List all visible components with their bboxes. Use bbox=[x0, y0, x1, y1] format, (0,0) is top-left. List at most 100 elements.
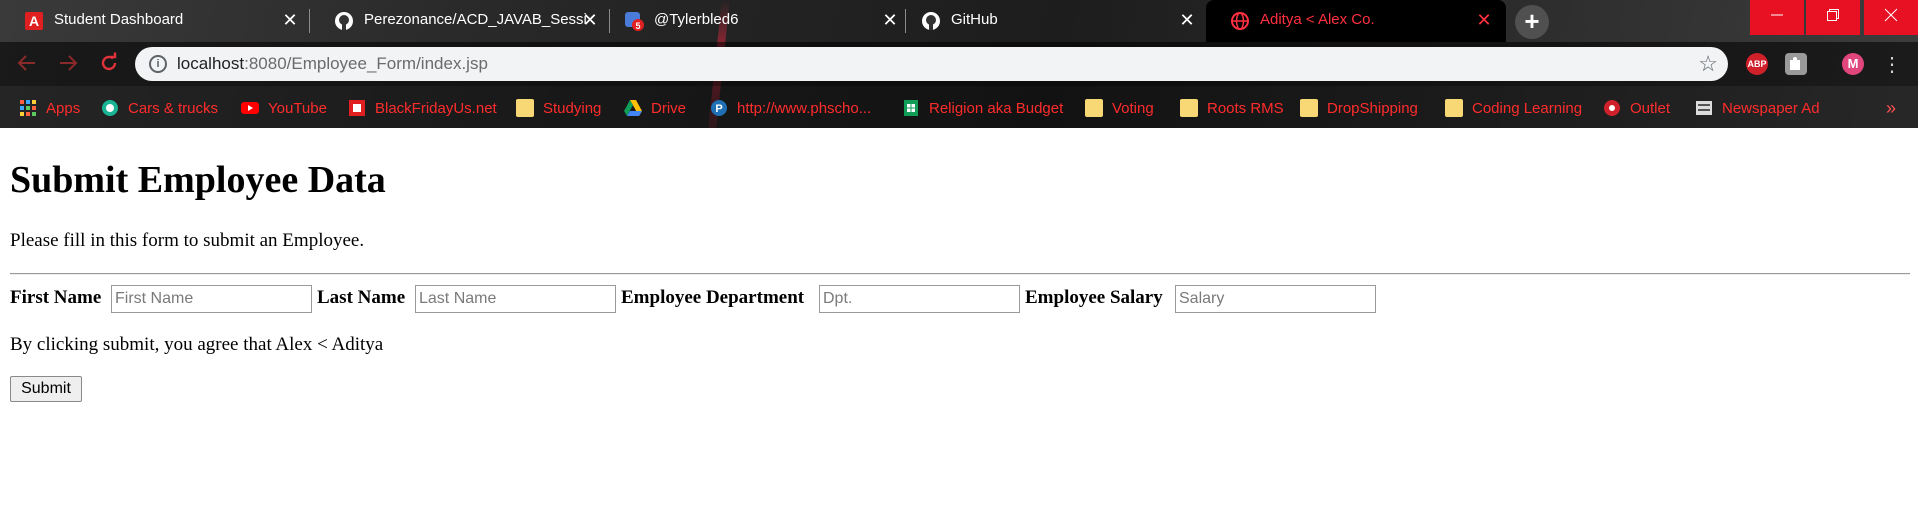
intro-text: Please fill in this form to submit an Em… bbox=[10, 230, 365, 251]
url-path: :8080/Employee_Form/index.jsp bbox=[244, 54, 488, 73]
bookmark-phscho[interactable]: Phttp://www.phscho... bbox=[710, 98, 871, 118]
agreement-text: By clicking submit, you agree that Alex … bbox=[10, 334, 384, 355]
folder-icon bbox=[1300, 99, 1318, 117]
bookmark-blackfriday[interactable]: BlackFridayUs.net bbox=[348, 98, 497, 118]
svg-text:P: P bbox=[715, 103, 722, 115]
bookmark-outlet[interactable]: Outlet bbox=[1603, 98, 1670, 118]
bookmark-coding-learning[interactable]: Coding Learning bbox=[1445, 98, 1582, 118]
restore-button[interactable] bbox=[1806, 0, 1860, 35]
adobe-a-icon: A bbox=[24, 11, 44, 31]
drive-icon bbox=[624, 99, 642, 117]
folder-icon bbox=[1445, 99, 1463, 117]
bookmark-roots-rms[interactable]: Roots RMS bbox=[1180, 98, 1284, 118]
notification-badge-icon: 5 bbox=[624, 11, 644, 31]
tab-title: @Tylerbled6 bbox=[654, 11, 739, 28]
tab-title: Perezonance/ACD_JAVAB_Session bbox=[364, 11, 586, 28]
forward-button[interactable] bbox=[55, 52, 81, 78]
svg-text:A: A bbox=[29, 13, 39, 29]
bookmarks-overflow-button[interactable]: » bbox=[1886, 98, 1896, 118]
page-title: Submit Employee Data bbox=[10, 159, 386, 201]
bookmark-label: Studying bbox=[543, 99, 602, 117]
bookmark-label: Cars & trucks bbox=[128, 99, 219, 117]
address-bar[interactable]: i localhost:8080/Employee_Form/index.jsp… bbox=[135, 47, 1728, 81]
tab-close-icon[interactable]: ✕ bbox=[1177, 10, 1197, 30]
first-name-label: First Name bbox=[10, 287, 102, 308]
bookmark-label: Voting bbox=[1112, 99, 1154, 117]
site-icon bbox=[1603, 99, 1621, 117]
submit-button[interactable]: Submit bbox=[10, 376, 82, 402]
bookmark-star-icon[interactable]: ☆ bbox=[1698, 51, 1718, 77]
tab-tylerbled6[interactable]: 5 @Tylerbled6 ✕ bbox=[600, 0, 905, 42]
globe-icon bbox=[1230, 11, 1250, 31]
tab-github[interactable]: GitHub ✕ bbox=[897, 0, 1202, 42]
github-icon bbox=[334, 11, 354, 31]
salary-label: Employee Salary bbox=[1025, 287, 1163, 308]
department-input[interactable] bbox=[819, 285, 1020, 313]
forward-arrow-icon bbox=[60, 55, 78, 71]
bookmark-youtube[interactable]: YouTube bbox=[241, 98, 327, 118]
bookmark-label: Roots RMS bbox=[1207, 99, 1284, 117]
bookmark-studying[interactable]: Studying bbox=[516, 98, 601, 118]
tab-student-dashboard[interactable]: A Student Dashboard ✕ bbox=[0, 0, 310, 42]
bookmark-dropshipping[interactable]: DropShipping bbox=[1300, 98, 1418, 118]
svg-text:5: 5 bbox=[635, 21, 640, 31]
url-text: localhost:8080/Employee_Form/index.jsp bbox=[177, 54, 488, 74]
bookmark-label: Drive bbox=[651, 99, 687, 117]
menu-kebab-icon[interactable]: ⋮ bbox=[1879, 52, 1905, 78]
folder-icon bbox=[516, 99, 534, 117]
first-name-input[interactable] bbox=[111, 285, 312, 313]
tab-close-icon[interactable]: ✕ bbox=[280, 10, 300, 30]
site-info-icon[interactable]: i bbox=[149, 55, 167, 73]
extension-icon[interactable] bbox=[1785, 53, 1807, 75]
bookmark-label: http://www.phscho... bbox=[737, 99, 872, 117]
tab-perezonance[interactable]: Perezonance/ACD_JAVAB_Session ✕ bbox=[310, 0, 610, 42]
youtube-icon bbox=[241, 99, 259, 117]
bookmark-label: Outlet bbox=[1630, 99, 1671, 117]
bookmark-voting[interactable]: Voting bbox=[1085, 98, 1154, 118]
last-name-label: Last Name bbox=[317, 287, 406, 308]
bookmark-label: Newspaper Ad bbox=[1722, 99, 1820, 117]
bookmark-apps[interactable]: Apps bbox=[19, 98, 80, 118]
salary-input[interactable] bbox=[1175, 285, 1376, 313]
last-name-input[interactable] bbox=[415, 285, 616, 313]
close-window-button[interactable] bbox=[1864, 0, 1918, 35]
folder-icon bbox=[1180, 99, 1198, 117]
bookmark-label: BlackFridayUs.net bbox=[375, 99, 497, 117]
back-arrow-icon bbox=[17, 55, 35, 71]
tab-title: Student Dashboard bbox=[54, 11, 184, 28]
minimize-icon bbox=[1771, 14, 1783, 16]
back-button[interactable] bbox=[14, 52, 40, 78]
adblock-plus-icon[interactable]: ABP bbox=[1746, 53, 1768, 75]
tab-strip: A Student Dashboard ✕ Perezonance/ACD_JA… bbox=[0, 0, 1918, 42]
reload-button[interactable] bbox=[96, 52, 122, 78]
close-icon bbox=[1884, 8, 1898, 22]
bookmark-label: Coding Learning bbox=[1472, 99, 1583, 117]
department-label: Employee Department bbox=[621, 287, 805, 308]
page-content: Submit Employee Data Please fill in this… bbox=[0, 128, 1918, 505]
minimize-button[interactable] bbox=[1750, 0, 1804, 35]
bookmark-label: YouTube bbox=[268, 99, 327, 117]
site-icon bbox=[348, 99, 366, 117]
bookmark-cars-trucks[interactable]: Cars & trucks bbox=[101, 98, 218, 118]
horizontal-rule bbox=[10, 273, 1910, 275]
tab-title: Aditya < Alex Co. bbox=[1260, 11, 1375, 28]
reload-icon bbox=[101, 52, 117, 71]
tab-close-icon[interactable]: ✕ bbox=[1474, 10, 1494, 30]
toolbar: i localhost:8080/Employee_Form/index.jsp… bbox=[0, 42, 1918, 86]
browser-chrome: A Student Dashboard ✕ Perezonance/ACD_JA… bbox=[0, 0, 1918, 128]
site-icon: P bbox=[710, 99, 728, 117]
site-icon bbox=[1695, 99, 1713, 117]
restore-icon bbox=[1827, 9, 1839, 21]
bookmark-label: Religion aka Budget bbox=[929, 99, 1064, 117]
bookmark-drive[interactable]: Drive bbox=[624, 98, 686, 118]
github-icon bbox=[921, 11, 941, 31]
tab-title: GitHub bbox=[951, 11, 998, 28]
tab-close-icon[interactable]: ✕ bbox=[580, 10, 600, 30]
tab-aditya-alex-co[interactable]: Aditya < Alex Co. ✕ bbox=[1206, 0, 1506, 42]
bookmark-religion-budget[interactable]: Religion aka Budget bbox=[902, 98, 1063, 118]
puzzle-icon bbox=[1790, 57, 1800, 70]
folder-icon bbox=[1085, 99, 1103, 117]
new-tab-button[interactable]: + bbox=[1515, 5, 1549, 39]
bookmark-newspaper-ad[interactable]: Newspaper Ad bbox=[1695, 98, 1820, 118]
profile-avatar[interactable]: M bbox=[1842, 53, 1864, 75]
